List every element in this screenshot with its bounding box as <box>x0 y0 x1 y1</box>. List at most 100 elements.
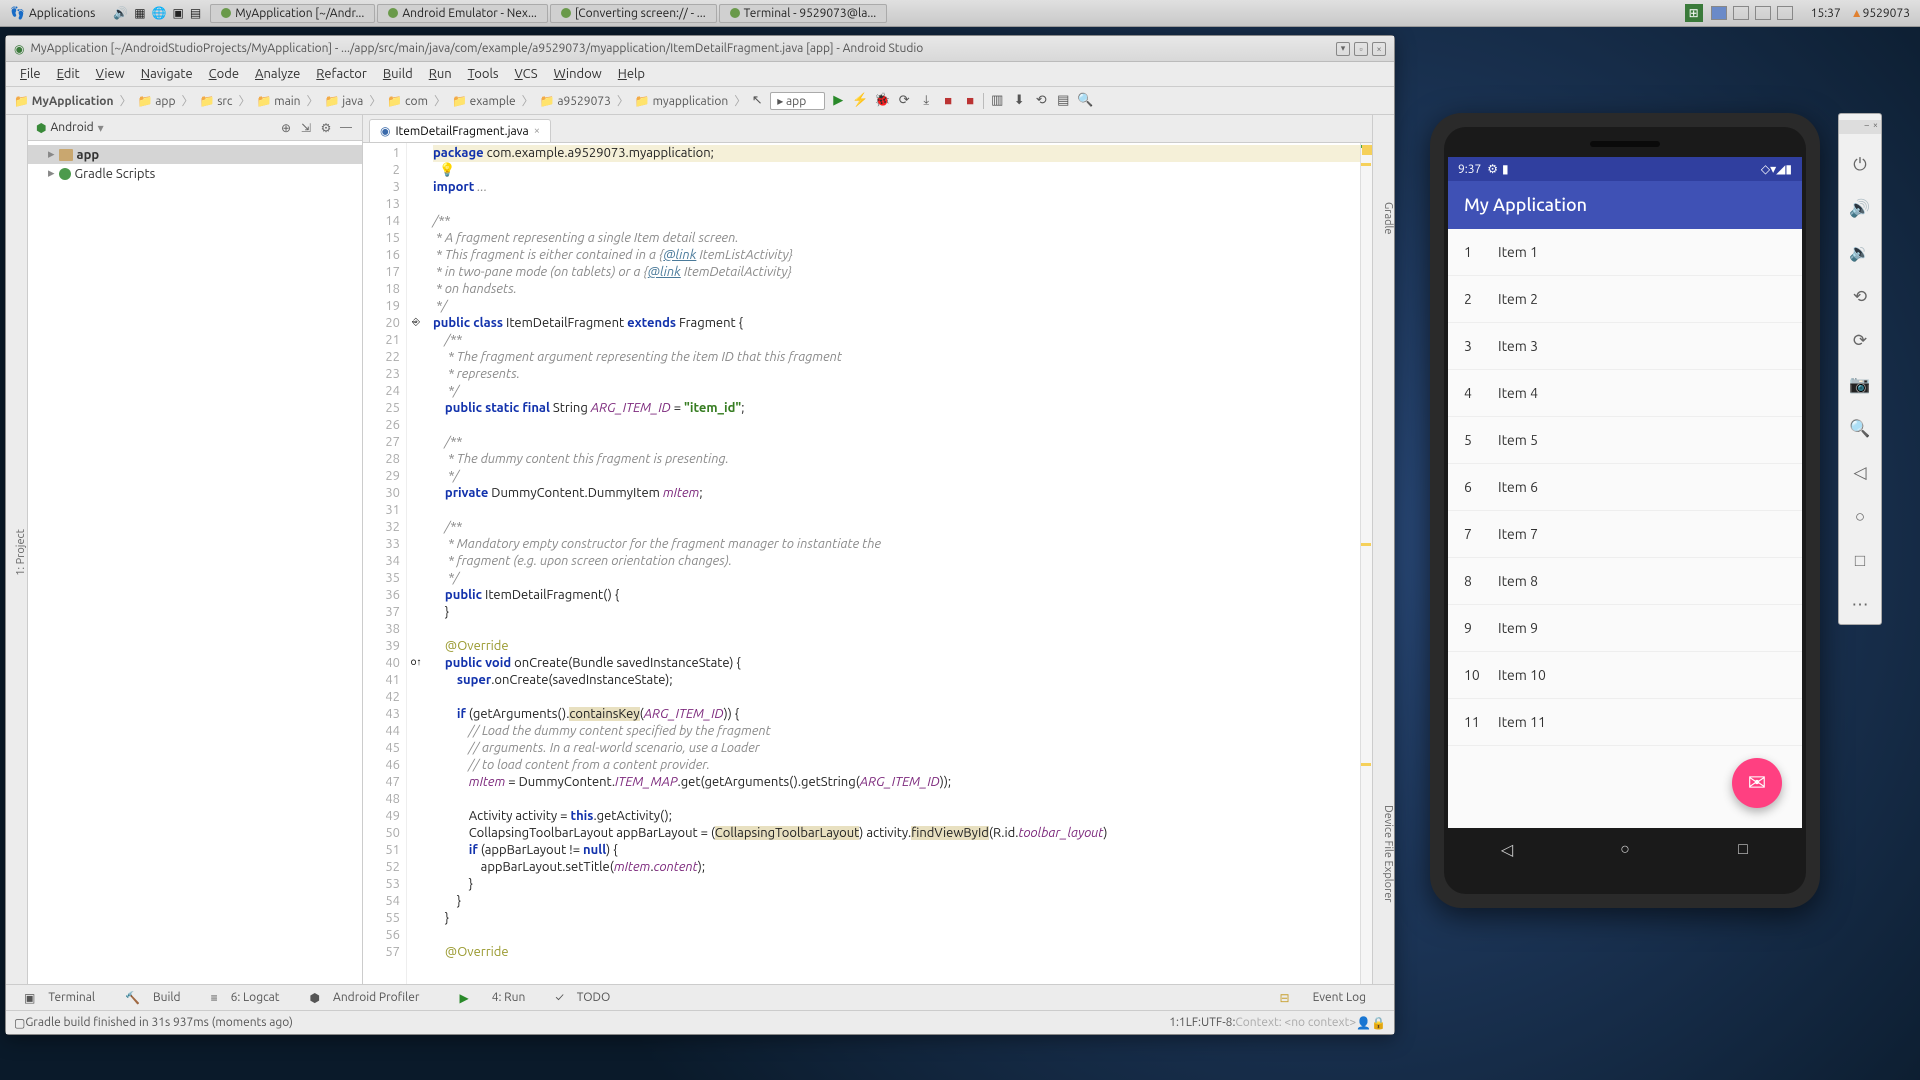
sync-icon[interactable]: ⟲ <box>1032 92 1050 110</box>
target-icon[interactable]: ⊕ <box>278 120 294 136</box>
taskbar-task[interactable]: MyApplication [~/Andr... <box>210 4 375 23</box>
error-stripe[interactable] <box>1360 143 1372 984</box>
tool-build[interactable]: 🔨 Build <box>115 991 201 1005</box>
vlc-icon[interactable]: ▲ <box>1851 6 1863 20</box>
list-item[interactable]: 11Item 11 <box>1448 699 1802 746</box>
profile-icon[interactable]: ⟳ <box>895 92 913 110</box>
apply-changes-icon[interactable]: ⚡ <box>851 92 869 110</box>
structure-icon[interactable]: ▤ <box>1054 92 1072 110</box>
item-list[interactable]: 1Item 12Item 23Item 34Item 45Item 56Item… <box>1448 229 1802 828</box>
menu-vcs[interactable]: VCS <box>507 67 546 81</box>
volume-up-icon[interactable]: 🔊 <box>1847 196 1873 222</box>
list-item[interactable]: 7Item 7 <box>1448 511 1802 558</box>
line-separator[interactable]: LF: <box>1186 1016 1201 1029</box>
tree-item-app[interactable]: ▸ app <box>28 145 362 164</box>
breadcrumb-item[interactable]: 📁 java <box>323 94 366 108</box>
taskbar-task[interactable]: Android Emulator - Nex... <box>377 4 548 23</box>
context-label[interactable]: Context: <no context> <box>1235 1016 1356 1029</box>
applications-menu[interactable]: 👣 Applications <box>0 6 105 20</box>
overview-icon[interactable]: □ <box>1847 548 1873 574</box>
zoom-icon[interactable]: 🔍 <box>1847 416 1873 442</box>
menu-refactor[interactable]: Refactor <box>308 67 375 81</box>
project-view-selector[interactable]: Android <box>50 121 93 134</box>
user-label[interactable]: 9529073 <box>1863 7 1920 20</box>
list-item[interactable]: 5Item 5 <box>1448 417 1802 464</box>
list-item[interactable]: 9Item 9 <box>1448 605 1802 652</box>
list-item[interactable]: 6Item 6 <box>1448 464 1802 511</box>
back-icon[interactable]: ◁ <box>1847 460 1873 486</box>
menu-help[interactable]: Help <box>610 67 653 81</box>
code-editor[interactable]: 1231314151617181920212223242526272829303… <box>363 143 1372 984</box>
taskbar-task[interactable]: Terminal - 9529073@la... <box>719 4 888 23</box>
breadcrumb-item[interactable]: 📁 myapplication <box>633 94 730 108</box>
inspector-icon[interactable]: 👤 <box>1356 1016 1371 1030</box>
close-tab-icon[interactable]: × <box>534 125 540 137</box>
breadcrumb-item[interactable]: 📁 main <box>255 94 303 108</box>
list-item[interactable]: 8Item 8 <box>1448 558 1802 605</box>
emulator-screen[interactable]: 9:37 ⚙ ▮ ◇ ▾ ◢ ▮ My Application 1Item 12… <box>1448 157 1802 870</box>
list-item[interactable]: 2Item 2 <box>1448 276 1802 323</box>
tool-project[interactable]: 1: Project <box>15 525 27 580</box>
puzzle-icon[interactable]: ⊞ <box>1685 4 1703 22</box>
screenshot-icon[interactable]: 📷 <box>1847 372 1873 398</box>
more-icon[interactable]: ⋯ <box>1847 592 1873 618</box>
caret-position[interactable]: 1:1 <box>1169 1016 1186 1029</box>
project-tree[interactable]: ▸ app ▸ Gradle Scripts <box>28 141 362 187</box>
tool-gradle[interactable]: Gradle <box>1382 198 1394 239</box>
tool-logcat[interactable]: ≡ 6: Logcat <box>201 991 300 1005</box>
list-item[interactable]: 4Item 4 <box>1448 370 1802 417</box>
lock-icon[interactable]: 🔒 <box>1371 1016 1386 1030</box>
maximize-button[interactable]: ▫ <box>1354 42 1368 56</box>
list-item[interactable]: 1Item 1 <box>1448 229 1802 276</box>
menu-window[interactable]: Window <box>546 67 610 81</box>
hide-icon[interactable]: — <box>338 120 354 136</box>
clock[interactable]: 15:37 <box>1801 7 1851 20</box>
gear-icon[interactable]: ⚙ <box>318 120 334 136</box>
stop-icon[interactable]: ■ <box>961 92 979 110</box>
search-icon[interactable]: 🔍 <box>1076 92 1094 110</box>
home-button[interactable]: ○ <box>1615 839 1635 859</box>
tool-run[interactable]: ▶ 4: Run <box>439 991 545 1005</box>
breadcrumb-item[interactable]: 📁 example <box>450 94 518 108</box>
rotate-right-icon[interactable]: ⟳ <box>1847 328 1873 354</box>
menu-navigate[interactable]: Navigate <box>133 67 201 81</box>
breadcrumb-item[interactable]: 📁 com <box>385 94 430 108</box>
tree-item-gradle[interactable]: ▸ Gradle Scripts <box>28 164 362 183</box>
stop-icon[interactable]: ■ <box>939 92 957 110</box>
menu-code[interactable]: Code <box>201 67 247 81</box>
tool-terminal[interactable]: ▣ Terminal <box>14 991 115 1005</box>
volume-icon[interactable]: 🔊 <box>113 6 128 20</box>
close-button[interactable]: × <box>1372 42 1386 56</box>
workspace-switcher[interactable] <box>1703 6 1801 20</box>
back-icon[interactable]: ↖ <box>748 92 766 110</box>
fab-button[interactable]: ✉ <box>1732 758 1782 808</box>
tool-device-explorer[interactable]: Device File Explorer <box>1382 801 1394 906</box>
list-item[interactable]: 10Item 10 <box>1448 652 1802 699</box>
collapse-icon[interactable]: ⇲ <box>298 120 314 136</box>
editor-tab[interactable]: ◉ ItemDetailFragment.java × <box>369 119 551 142</box>
tray-icon[interactable]: ▦ <box>134 6 145 20</box>
rotate-left-icon[interactable]: ⟲ <box>1847 284 1873 310</box>
minimize-icon[interactable]: – <box>1864 120 1868 134</box>
menu-file[interactable]: File <box>12 67 49 81</box>
sdk-icon[interactable]: ⬇ <box>1010 92 1028 110</box>
menu-analyze[interactable]: Analyze <box>247 67 308 81</box>
home-icon[interactable]: ○ <box>1847 504 1873 530</box>
file-encoding[interactable]: UTF-8: <box>1201 1016 1235 1029</box>
debug-icon[interactable]: 🐞 <box>873 92 891 110</box>
run-icon[interactable]: ▶ <box>829 92 847 110</box>
tray-icon[interactable]: ▤ <box>190 6 201 20</box>
close-icon[interactable]: × <box>1873 120 1878 134</box>
globe-icon[interactable]: 🌐 <box>152 6 167 20</box>
window-titlebar[interactable]: ◉ MyApplication [~/AndroidStudioProjects… <box>6 36 1394 62</box>
back-button[interactable]: ◁ <box>1497 839 1517 859</box>
avd-icon[interactable]: ▥ <box>988 92 1006 110</box>
breadcrumb-item[interactable]: 📁 app <box>136 94 178 108</box>
tool-todo[interactable]: ✓ TODO <box>545 991 630 1004</box>
volume-down-icon[interactable]: 🔉 <box>1847 240 1873 266</box>
menu-view[interactable]: View <box>88 67 133 81</box>
recents-button[interactable]: □ <box>1733 839 1753 859</box>
tray-icon[interactable]: ▣ <box>173 6 184 20</box>
menu-tools[interactable]: Tools <box>460 67 507 81</box>
menu-run[interactable]: Run <box>421 67 460 81</box>
